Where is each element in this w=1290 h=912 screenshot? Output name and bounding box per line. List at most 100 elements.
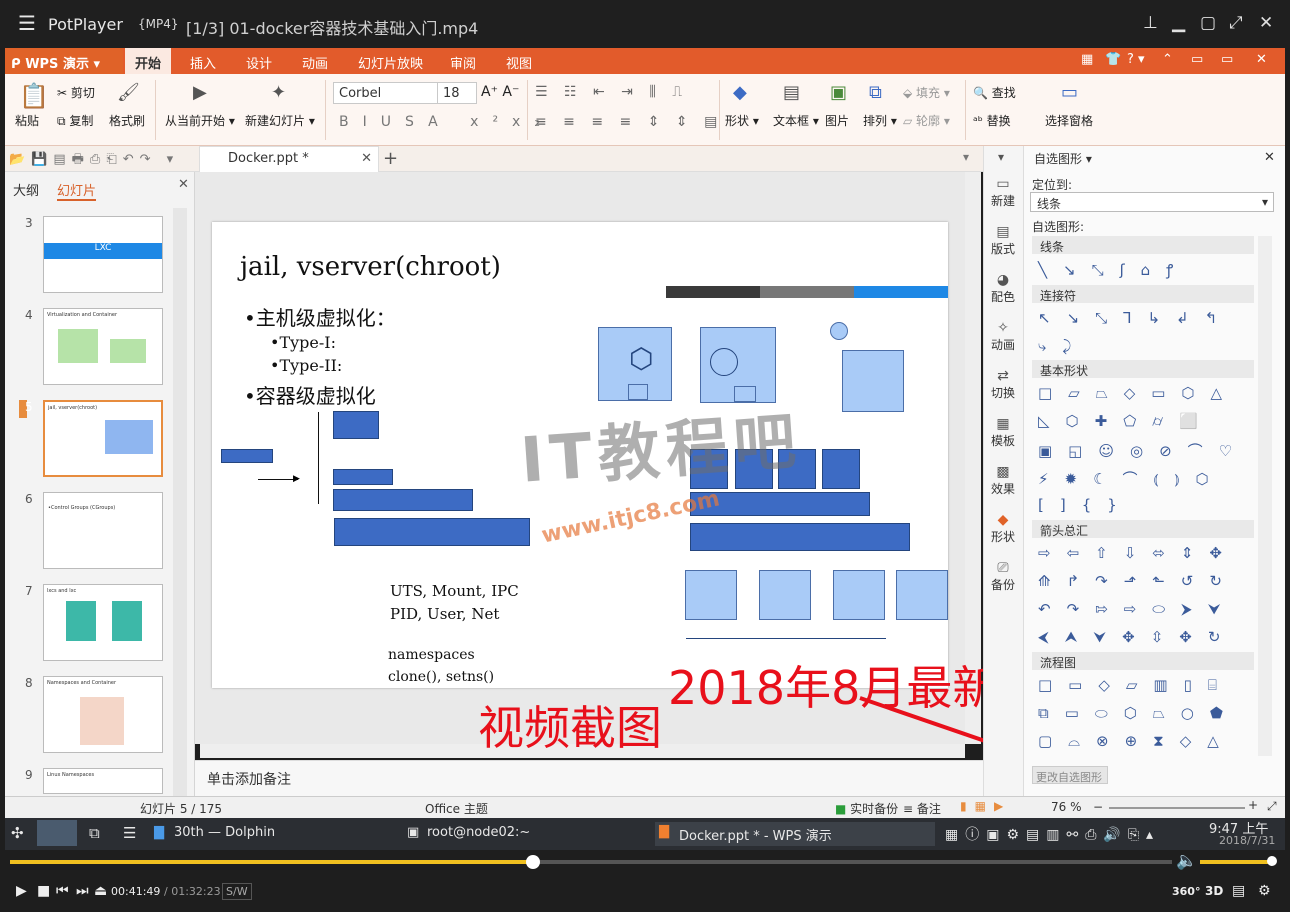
- close-icon[interactable]: ✕: [1259, 13, 1273, 33]
- zoom-slider[interactable]: [1109, 807, 1245, 809]
- pin-icon[interactable]: ⊥: [1143, 13, 1158, 33]
- basic-shapes-row-3[interactable]: ▣◱☺◎⊘⌒♡: [1038, 440, 1248, 461]
- volume-icon[interactable]: 🔈: [1176, 851, 1197, 871]
- flowchart-row-2[interactable]: ⧉▭⬭⬡⏢○⬟: [1038, 704, 1239, 722]
- category-arrows[interactable]: 箭头总汇: [1032, 520, 1254, 538]
- seek-handle[interactable]: [526, 855, 540, 869]
- flowchart-row-3[interactable]: ▢⌓⊗⊕⧗◇△: [1038, 732, 1235, 750]
- picture-icon[interactable]: ▣: [830, 82, 847, 103]
- document-tab[interactable]: Docker.ppt * ✕: [199, 146, 379, 172]
- maximize-icon[interactable]: ▢: [1200, 13, 1216, 33]
- previous-icon[interactable]: ⏮: [56, 883, 69, 899]
- window-switcher-icon[interactable]: ⧉: [89, 824, 100, 842]
- fullscreen-icon[interactable]: ⤢: [1229, 13, 1243, 33]
- hamburger-menu-icon[interactable]: ☰: [18, 13, 36, 33]
- tab-design[interactable]: 设计: [246, 48, 272, 74]
- task-animation[interactable]: ✧ 动画: [983, 320, 1023, 353]
- task-dolphin[interactable]: 30th — Dolphin: [150, 822, 395, 846]
- new-slide-icon[interactable]: ✦: [271, 82, 286, 103]
- arrow-shapes-row-3[interactable]: ↶↷⇰⇨⬭⮞⮟: [1038, 600, 1237, 618]
- basic-shapes-row-1[interactable]: □▱⏢◇▭⬡△: [1038, 384, 1238, 402]
- settings-gear-icon[interactable]: ⚙: [1258, 883, 1271, 899]
- category-lines[interactable]: 线条: [1032, 236, 1254, 254]
- arrange-icon[interactable]: ⧉: [869, 82, 882, 103]
- font-size-select[interactable]: 18: [437, 82, 477, 104]
- tab-menu-icon[interactable]: ▾: [963, 150, 969, 164]
- connector-shapes[interactable]: ↖↘⤡⅂↳↲↰: [1038, 309, 1233, 327]
- arrow-shapes-row-1[interactable]: ⇨⇦⇧⇩⬄⇕✥: [1038, 544, 1238, 562]
- menu-icon[interactable]: ☰: [123, 824, 136, 842]
- shape-icon[interactable]: ◆: [733, 82, 747, 103]
- 3d-button[interactable]: 3D: [1205, 884, 1223, 898]
- panel-close-icon[interactable]: ✕: [178, 177, 189, 192]
- change-autoshape-button[interactable]: 更改自选图形: [1032, 766, 1108, 784]
- slide-thumbnail[interactable]: Linux Namespaces: [43, 768, 163, 794]
- pane-menu-icon[interactable]: ▾: [998, 150, 1004, 164]
- task-transition[interactable]: ⇄ 切换: [983, 368, 1023, 401]
- slide-thumbnail[interactable]: Namespaces and Container: [43, 676, 163, 753]
- cut-button[interactable]: ✂ 剪切: [57, 84, 95, 101]
- zoom-in-icon[interactable]: +: [1248, 798, 1258, 812]
- playlist-icon[interactable]: ▤: [1232, 883, 1245, 899]
- notes-pane[interactable]: 单击添加备注: [195, 760, 983, 796]
- line-shapes[interactable]: ╲↘⤡ʃ⌂ꝭ: [1038, 260, 1189, 280]
- slide-thumbnail[interactable]: lxcs and lxc: [43, 584, 163, 661]
- copy-button[interactable]: ⧉ 复制: [57, 112, 93, 129]
- task-terminal[interactable]: root@node02:~: [403, 822, 648, 846]
- system-tray-icons[interactable]: ▦ⓘ▣⚙▤▥⚯⎙🔊⎘▴: [945, 824, 1160, 844]
- next-icon[interactable]: ⏭: [76, 883, 89, 899]
- outline-button[interactable]: ▱ 轮廓 ▾: [903, 112, 950, 129]
- connector-shapes-2[interactable]: ⤷⤸: [1038, 337, 1087, 355]
- locate-select[interactable]: 线条 ▾: [1030, 192, 1274, 212]
- tab-close-icon[interactable]: ✕: [361, 151, 372, 166]
- task-new[interactable]: ▭ 新建: [983, 176, 1023, 209]
- select-pane-icon[interactable]: ▭: [1061, 82, 1078, 103]
- font-family-select[interactable]: Corbel: [333, 82, 439, 104]
- shape-pane-scrollbar[interactable]: [1258, 236, 1272, 756]
- tab-outline[interactable]: 大纲: [13, 180, 39, 199]
- textbox-icon[interactable]: ▤: [783, 82, 800, 103]
- notes-toggle[interactable]: ≡ 备注: [903, 800, 941, 817]
- panel-scrollbar[interactable]: [173, 208, 187, 796]
- vr-360-button[interactable]: 360°: [1172, 885, 1200, 898]
- wps-brand-button[interactable]: ᑭ WPS 演示 ▾: [5, 48, 123, 74]
- wps-close-icon[interactable]: ✕: [1256, 52, 1267, 67]
- tab-slides[interactable]: 幻灯片: [57, 180, 97, 201]
- collapse-ribbon-icon[interactable]: ⌃: [1162, 52, 1173, 67]
- brush-icon[interactable]: 🖌: [117, 82, 140, 103]
- task-effect[interactable]: ▩ 效果: [983, 464, 1023, 497]
- volume-slider[interactable]: [1200, 860, 1272, 864]
- slide-thumbnail[interactable]: •Control Groups (CGroups): [43, 492, 163, 569]
- task-color[interactable]: ◕ 配色: [983, 272, 1023, 305]
- new-slide-button[interactable]: 新建幻灯片 ▾: [245, 112, 315, 129]
- wps-minimize-icon[interactable]: ▭: [1191, 52, 1203, 67]
- paragraph-icons[interactable]: ☰ ☷ ⇤ ⇥ ⫼ ⎍: [535, 84, 688, 100]
- task-layout[interactable]: ▤ 版式: [983, 224, 1023, 257]
- align-icons[interactable]: ≡ ≡ ≡ ≡ ⇕ ⇕ ▤: [535, 114, 723, 130]
- help-icon[interactable]: ? ▾: [1127, 52, 1145, 67]
- autoshape-pane-title[interactable]: 自选图形 ▾: [1034, 150, 1092, 167]
- task-shape[interactable]: ◆ 形状: [983, 512, 1023, 545]
- new-tab-icon[interactable]: +: [383, 148, 398, 169]
- tab-home[interactable]: 开始: [125, 48, 172, 74]
- task-wps[interactable]: Docker.ppt * - WPS 演示: [655, 822, 935, 846]
- task-backup[interactable]: ⎚ 备份: [983, 560, 1023, 593]
- find-button[interactable]: 🔍 查找: [973, 84, 1016, 101]
- virtual-desktop-pager[interactable]: [37, 820, 77, 846]
- basic-shapes-row-2[interactable]: ◺⬡✚⬠⌭⬜: [1038, 412, 1214, 430]
- category-basic-shapes[interactable]: 基本形状: [1032, 360, 1254, 378]
- zoom-out-icon[interactable]: −: [1093, 800, 1103, 814]
- tab-insert[interactable]: 插入: [190, 48, 216, 74]
- tab-animation[interactable]: 动画: [302, 48, 328, 74]
- flowchart-row-1[interactable]: □▭◇▱▥▯⌸: [1038, 676, 1233, 694]
- tab-review[interactable]: 审阅: [450, 48, 476, 74]
- textbox-button[interactable]: 文本框 ▾: [773, 112, 819, 129]
- slide-thumbnail-selected[interactable]: jail, vserver(chroot): [43, 400, 163, 477]
- arrow-shapes-row-4[interactable]: ⮜⮝⮟✥⇳✥↻: [1038, 628, 1236, 646]
- category-flowchart[interactable]: 流程图: [1032, 652, 1254, 670]
- shirt-icon[interactable]: 👕: [1105, 52, 1121, 67]
- format-painter-button[interactable]: 格式刷: [109, 112, 145, 129]
- picture-button[interactable]: 图片: [825, 112, 849, 129]
- paste-button[interactable]: 粘贴: [15, 112, 39, 129]
- slide-thumbnail[interactable]: LXC: [43, 216, 163, 293]
